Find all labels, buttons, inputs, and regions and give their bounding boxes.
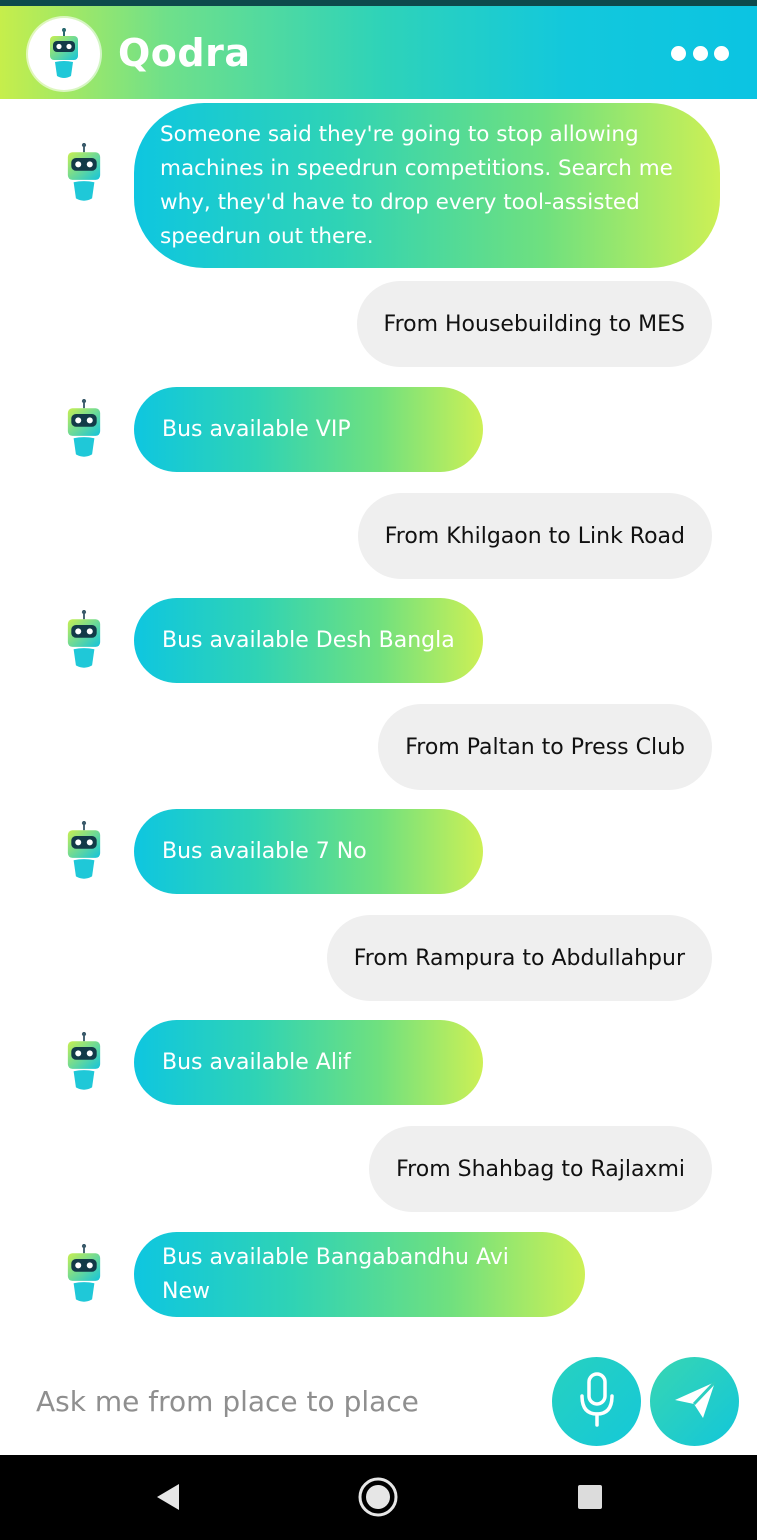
chat-thread[interactable]: Someone said they're going to stop allow… <box>0 99 757 1339</box>
app-header: Qodra <box>0 6 757 99</box>
app-logo <box>28 18 100 90</box>
more-horizontal-icon <box>671 45 686 61</box>
send-icon <box>673 1380 717 1424</box>
robot-avatar-icon <box>62 1244 106 1308</box>
bot-message-bubble: Bus available 7 No <box>134 809 483 894</box>
home-button[interactable] <box>356 1477 400 1521</box>
user-message-bubble: From Rampura to Abdullahpur <box>326 915 712 1001</box>
recents-square-icon <box>576 1483 604 1515</box>
app-title: Qodra <box>118 31 251 75</box>
back-button[interactable] <box>146 1477 190 1521</box>
robot-avatar-icon <box>62 143 106 207</box>
back-triangle-icon <box>155 1482 181 1516</box>
menu-dot <box>714 45 729 61</box>
robot-avatar-icon <box>62 1032 106 1096</box>
microphone-button[interactable] <box>552 1357 641 1446</box>
bot-message-bubble: Bus available Desh Bangla <box>134 598 483 683</box>
more-options-button[interactable] <box>671 42 729 64</box>
bot-message-bubble: Bus available VIP <box>134 387 483 472</box>
robot-logo-icon <box>47 28 81 84</box>
user-message-bubble: From Housebuilding to MES <box>356 281 712 367</box>
composer-bar <box>0 1339 757 1455</box>
send-button[interactable] <box>650 1357 739 1446</box>
bot-message-bubble: Bus available Alif <box>134 1020 483 1105</box>
recents-button[interactable] <box>568 1477 612 1521</box>
system-navigation-bar <box>0 1455 757 1540</box>
user-message-bubble: From Paltan to Press Club <box>378 704 712 790</box>
robot-avatar-icon <box>62 821 106 885</box>
menu-dot <box>692 45 708 61</box>
home-circle-icon <box>356 1475 400 1523</box>
bot-message-bubble: Someone said they're going to stop allow… <box>134 103 720 268</box>
message-input[interactable] <box>20 1371 572 1431</box>
user-message-bubble: From Khilgaon to Link Road <box>357 493 712 579</box>
bot-message-bubble: Bus available Bangabandhu Avi New <box>134 1232 585 1317</box>
microphone-icon <box>577 1371 617 1433</box>
user-message-bubble: From Shahbag to Rajlaxmi <box>369 1126 712 1212</box>
robot-avatar-icon <box>62 610 106 674</box>
robot-avatar-icon <box>62 399 106 463</box>
